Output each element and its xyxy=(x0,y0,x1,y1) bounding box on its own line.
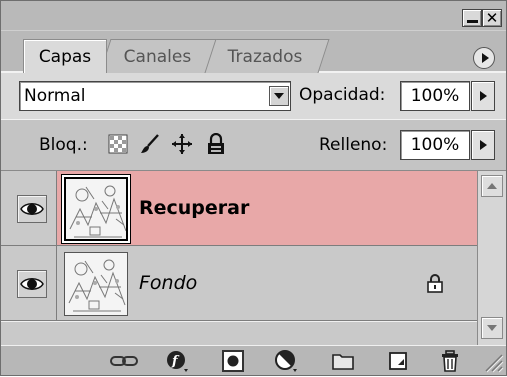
lock-row: Bloq.: Relleno: 100% xyxy=(1,119,506,171)
eye-icon xyxy=(20,278,44,290)
tab-label: Capas xyxy=(38,46,92,67)
arrow-right-icon xyxy=(479,91,487,101)
link-layers-icon[interactable] xyxy=(109,349,139,373)
minimize-icon xyxy=(466,20,478,23)
resize-grip-icon[interactable] xyxy=(480,349,504,373)
lock-image-pixels-icon[interactable] xyxy=(139,133,161,155)
tab-capas[interactable]: Capas xyxy=(23,39,107,73)
fill-label: Relleno: xyxy=(319,135,388,155)
layers-empty-area xyxy=(1,321,477,345)
panel-menu-button[interactable] xyxy=(473,47,495,69)
layers-list: Recuperar Fondo xyxy=(1,171,477,345)
panel-titlebar: ✕ xyxy=(1,1,506,31)
close-icon: ✕ xyxy=(485,8,499,27)
chevron-down-icon xyxy=(274,93,284,99)
visibility-cell[interactable] xyxy=(1,171,57,245)
visibility-cell[interactable] xyxy=(1,246,57,320)
new-layer-icon[interactable] xyxy=(386,349,410,373)
new-group-icon[interactable] xyxy=(331,349,355,373)
layer-name: Recuperar xyxy=(139,197,250,219)
adjustment-layer-icon[interactable] xyxy=(274,349,298,373)
lock-all-icon[interactable] xyxy=(205,133,227,155)
eye-icon xyxy=(20,203,44,215)
layer-style-icon[interactable]: f xyxy=(165,349,189,373)
visibility-toggle[interactable] xyxy=(17,195,47,223)
blend-mode-select[interactable]: Normal xyxy=(19,81,291,111)
opacity-slider-button[interactable] xyxy=(471,81,495,111)
minimize-button[interactable] xyxy=(462,9,482,27)
layer-thumbnail xyxy=(64,252,128,316)
layer-mask-icon[interactable] xyxy=(221,349,245,373)
layer-row-fondo[interactable]: Fondo xyxy=(1,246,477,321)
layer-lock-icon xyxy=(426,273,444,293)
layer-thumbnail xyxy=(64,177,128,241)
layers-panel: ✕ Trazados Canales Capas Normal Opacidad… xyxy=(0,0,507,376)
tab-trazados[interactable]: Trazados xyxy=(200,39,330,73)
fill-slider-button[interactable] xyxy=(471,130,495,160)
scroll-up-button[interactable] xyxy=(481,175,503,197)
chevron-up-icon xyxy=(487,183,497,189)
tab-label: Canales xyxy=(124,46,192,67)
opacity-label: Opacidad: xyxy=(299,85,386,105)
bottom-toolbar: f xyxy=(1,345,506,375)
tab-canales[interactable]: Canales xyxy=(99,39,217,73)
layer-row-recuperar[interactable]: Recuperar xyxy=(1,171,477,246)
trash-icon[interactable] xyxy=(438,349,462,373)
lock-position-icon[interactable] xyxy=(171,133,193,155)
arrow-right-icon xyxy=(479,140,487,150)
play-arrow-icon xyxy=(481,53,489,63)
tab-label: Trazados xyxy=(227,46,303,67)
visibility-toggle[interactable] xyxy=(17,270,47,298)
blend-dropdown-button[interactable] xyxy=(269,86,289,106)
layers-scrollbar[interactable] xyxy=(477,171,506,345)
scroll-down-button[interactable] xyxy=(481,317,503,339)
layer-name: Fondo xyxy=(139,272,198,294)
tabs-row: Trazados Canales Capas xyxy=(1,31,506,73)
fill-input[interactable]: 100% xyxy=(400,130,470,160)
opacity-input[interactable]: 100% xyxy=(400,81,470,111)
blend-mode-value: Normal xyxy=(24,86,86,106)
lock-transparent-pixels-icon[interactable] xyxy=(107,133,129,155)
blend-row: Normal Opacidad: 100% xyxy=(1,73,506,119)
lock-label: Bloq.: xyxy=(39,135,88,155)
close-button[interactable]: ✕ xyxy=(482,9,502,27)
chevron-down-icon xyxy=(487,325,497,331)
